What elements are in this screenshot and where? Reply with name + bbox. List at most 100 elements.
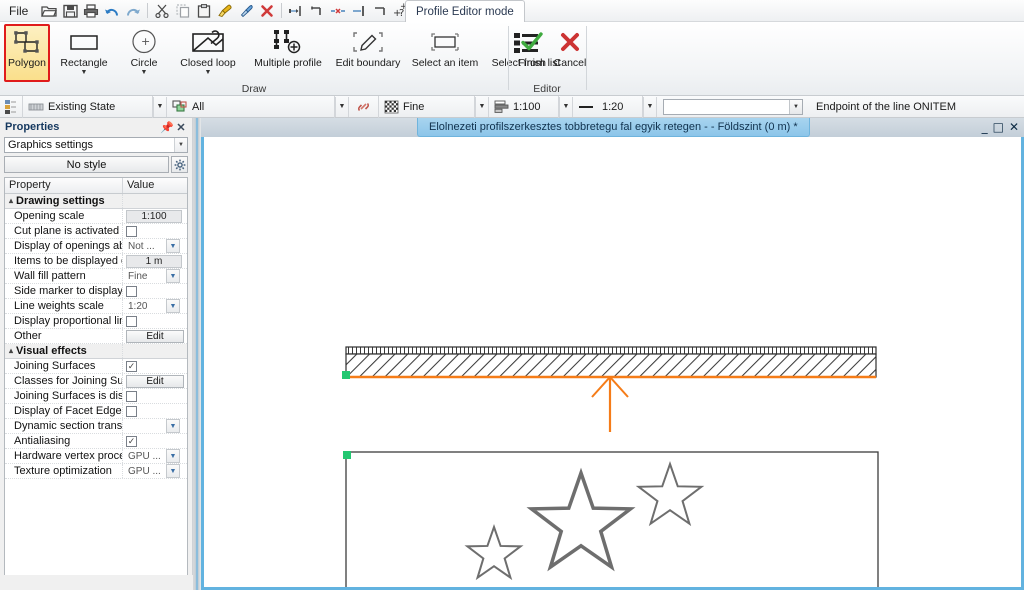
chevron-down-icon[interactable]: ▼ [81,70,88,75]
chevron-down-icon[interactable]: ▼ [166,419,180,433]
property-value-cell[interactable]: ▼ [123,419,187,434]
existing-state-dropdown[interactable]: ▼ [153,97,167,117]
value-checkbox[interactable] [126,406,137,417]
document-tab[interactable]: Elolnezeti profilszerkesztes tobbretegu … [417,118,810,137]
offset-icon[interactable] [286,1,306,21]
value-checkbox[interactable] [126,391,137,402]
panel-splitter[interactable] [193,118,201,590]
value-dropdown[interactable]: Fine▼ [126,269,180,283]
graphics-settings-selector[interactable]: Graphics settings ▼ [4,137,188,153]
extend-icon[interactable] [349,1,369,21]
chevron-down-icon[interactable]: ▼ [166,464,180,478]
undo-icon[interactable] [102,1,122,21]
save-icon[interactable] [60,1,80,21]
value-dropdown[interactable]: Not ...▼ [126,239,180,253]
eyedropper-icon[interactable] [236,1,256,21]
open-icon[interactable] [39,1,59,21]
print-icon[interactable] [81,1,101,21]
close-icon[interactable]: ✕ [1008,120,1021,134]
value-dropdown[interactable]: GPU ...▼ [126,464,180,478]
tool-multiple-profile[interactable]: Multiple profile [246,24,330,78]
maximize-icon[interactable]: □ [992,120,1006,134]
scale-dropdown[interactable]: ▼ [559,97,573,117]
value-checkbox[interactable]: ✓ [126,361,137,372]
chevron-down-icon[interactable]: ▼ [141,70,148,75]
generic-combo[interactable]: ▼ [663,99,803,115]
gear-icon[interactable] [171,156,188,173]
property-value-cell[interactable]: Edit [123,329,187,344]
chamfer-icon[interactable] [370,1,390,21]
pin-icon[interactable]: 📌 [160,121,174,134]
tool-closed-loop[interactable]: Closed loop ▼ [170,24,246,78]
property-value-cell[interactable] [123,224,187,239]
value-dropdown[interactable]: 1:20▼ [126,299,180,313]
tool-rectangle[interactable]: Rectangle ▼ [50,24,118,78]
tool-circle[interactable]: + Circle ▼ [118,24,170,78]
property-value-cell[interactable]: GPU ...▼ [123,449,187,464]
layer-cell[interactable]: All [167,96,335,118]
paste-icon[interactable] [194,1,214,21]
property-value-cell[interactable]: 1:20▼ [123,299,187,314]
chevron-down-icon[interactable]: ▼ [166,269,180,283]
value-checkbox[interactable] [126,316,137,327]
tool-polygon[interactable]: Polygon [4,24,50,82]
property-value-cell[interactable] [123,404,187,419]
fill-pattern-cell[interactable]: Fine [379,96,475,118]
property-value-cell[interactable]: GPU ...▼ [123,464,187,479]
value-dropdown[interactable]: ▼ [126,419,180,433]
chevron-down-icon[interactable]: ▼ [166,449,180,463]
value-checkbox[interactable] [126,226,137,237]
trim-corner-icon[interactable] [307,1,327,21]
property-value-cell[interactable]: 1 m [123,254,187,269]
layer-dropdown[interactable]: ▼ [335,97,349,117]
chevron-down-icon[interactable]: ▼ [166,239,180,253]
drawing-canvas[interactable] [204,137,1021,587]
tool-select-an-item[interactable]: Select an item [406,24,484,78]
fill-pattern-dropdown[interactable]: ▼ [475,97,489,117]
property-value-cell[interactable] [123,314,187,329]
close-icon[interactable]: ✕ [174,121,188,134]
paint-format-icon[interactable] [215,1,235,21]
chevron-down-icon[interactable]: ▼ [789,100,802,114]
property-value-cell[interactable] [123,284,187,299]
tab-profile-editor-mode[interactable]: Profile Editor mode [405,0,525,22]
property-value-cell[interactable]: 1:100 [123,209,187,224]
minimize-icon[interactable]: _ [981,120,990,134]
wall-layer-core[interactable] [346,354,876,377]
value-readout[interactable]: 1 m [126,255,182,268]
property-value-cell[interactable]: ✓ [123,359,187,374]
lineweight-cell[interactable]: 1:20 [573,96,643,118]
chevron-down-icon[interactable]: ▼ [166,299,180,313]
no-style-button[interactable]: No style [4,156,169,173]
file-menu-button[interactable]: File [0,0,37,22]
delete-segment-icon[interactable] [328,1,348,21]
property-value-cell[interactable]: Edit [123,374,187,389]
property-value-cell[interactable]: Not ...▼ [123,239,187,254]
lineweight-dropdown[interactable]: ▼ [643,97,657,117]
view-mode-cell[interactable] [0,96,23,118]
link-cell[interactable] [349,96,379,118]
tool-edit-boundary[interactable]: Edit boundary [330,24,406,78]
collapse-arrow-icon[interactable]: ▴ [9,194,13,208]
collapse-arrow-icon[interactable]: ▴ [9,344,13,358]
scale-cell[interactable]: 1:100 [489,96,559,118]
vertex-handle-wall[interactable] [342,371,350,379]
value-checkbox[interactable]: ✓ [126,436,137,447]
property-value-cell[interactable]: ✓ [123,434,187,449]
value-dropdown[interactable]: GPU ...▼ [126,449,180,463]
cancel-button[interactable]: Cancel [551,24,589,78]
value-readout[interactable]: 1:100 [126,210,182,223]
chevron-down-icon[interactable]: ▼ [174,138,187,152]
finish-button[interactable]: Finish [513,24,551,78]
edit-button[interactable]: Edit [126,375,184,388]
property-value-cell[interactable] [123,389,187,404]
property-value-cell[interactable]: Fine▼ [123,269,187,284]
delete-icon[interactable] [257,1,277,21]
chevron-down-icon[interactable]: ▼ [205,70,212,75]
edit-button[interactable]: Edit [126,330,184,343]
copy-icon[interactable] [173,1,193,21]
value-checkbox[interactable] [126,286,137,297]
redo-icon[interactable] [123,1,143,21]
wall-layer-finish[interactable] [346,347,876,354]
existing-state-cell[interactable]: Existing State [23,96,153,118]
